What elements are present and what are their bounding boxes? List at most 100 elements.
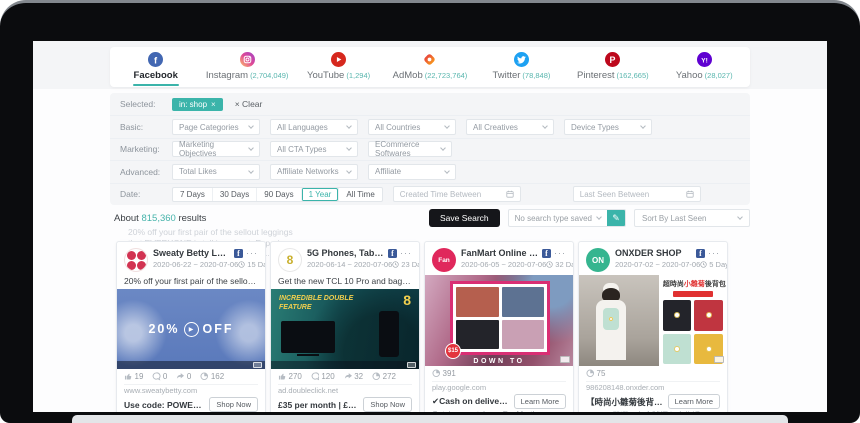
app-screen: f Facebook Instagram(2,704,049) YouTube(…	[33, 41, 827, 412]
sort-dropdown[interactable]: Sort By Last Seen	[634, 209, 750, 227]
sweaty-betty-logo	[127, 251, 146, 270]
screenshot-stage: f Facebook Instagram(2,704,049) YouTube(…	[0, 0, 860, 423]
youtube-icon	[331, 52, 346, 67]
dropdown-device-types[interactable]: Device Types	[564, 119, 652, 135]
card-menu-button[interactable]: ···	[400, 250, 412, 256]
tab-facebook[interactable]: f Facebook	[110, 47, 201, 87]
ad-creative[interactable]: 超時尚小雛菊後背包	[579, 275, 727, 366]
last-seen-between-input[interactable]: Last Seen Between	[573, 186, 701, 202]
ad-card-grid: Sweaty Betty London | Wom... f ··· 2020-…	[116, 241, 728, 412]
dropdown-countries[interactable]: All Countries	[368, 119, 456, 135]
tab-admob[interactable]: AdMob(22,723,764)	[384, 47, 475, 87]
tab-youtube[interactable]: YouTube(1,294)	[293, 47, 384, 87]
chevron-down-icon	[737, 214, 743, 220]
dropdown-page-categories[interactable]: Page Categories	[172, 119, 260, 135]
date-range: 2020-06-22 ~ 2020-07-06	[153, 260, 238, 269]
tab-label: Pinterest	[577, 70, 615, 81]
yahoo-icon: Y!	[697, 52, 712, 67]
tab-pinterest[interactable]: P Pinterest(162,665)	[567, 47, 658, 87]
dropdown-affiliate-networks[interactable]: Affiliate Networks	[270, 164, 358, 180]
dropdown-creatives[interactable]: All Creatives	[466, 119, 554, 135]
tab-count: (2,704,049)	[250, 71, 288, 80]
ad-card-5g-phones[interactable]: 8 5G Phones, Tablets & SIMs | ... f ··· …	[270, 241, 420, 412]
close-icon: ×	[235, 99, 240, 109]
avatar[interactable]: 8	[278, 248, 302, 272]
results-count-number: 815,360	[141, 213, 175, 224]
ad-creative-video[interactable]: $15 DOWN TO	[425, 275, 573, 366]
dropdown-cta-types[interactable]: All CTA Types	[270, 141, 358, 157]
chevron-down-icon	[346, 123, 352, 129]
brand-logo: 8	[403, 292, 411, 308]
advanced-filter-row: Advanced: Total Likes Affiliate Networks…	[110, 160, 750, 182]
comment-icon	[311, 372, 320, 381]
like-icon	[124, 372, 133, 381]
segment-30-days[interactable]: 30 Days	[212, 188, 256, 201]
ad-card-fanmart[interactable]: Fan FanMart Online Shopping - F... f ···…	[424, 241, 574, 412]
tab-instagram[interactable]: Instagram(2,704,049)	[201, 47, 292, 87]
popularity-icon	[200, 372, 209, 381]
segment-1-year[interactable]: 1 Year	[301, 188, 339, 201]
avatar[interactable]: Fan	[432, 248, 456, 272]
cta-button[interactable]: Learn More	[514, 394, 566, 409]
play-icon[interactable]: ▶	[184, 322, 199, 337]
save-search-button[interactable]: Save Search	[429, 209, 500, 227]
ad-creative-video[interactable]: 20% ▶ OFF	[117, 289, 265, 369]
cta-button[interactable]: Shop Now	[363, 397, 412, 412]
segment-7-days[interactable]: 7 Days	[173, 188, 212, 201]
results-count-text: About 815,360 results	[110, 213, 206, 224]
page-name[interactable]: ONXDER SHOP	[615, 248, 693, 258]
creative-title: INCREDIBLE DOUBLE FEATURE	[279, 295, 357, 312]
cta-button[interactable]: Learn More	[668, 394, 720, 409]
cta-button[interactable]: Shop Now	[209, 397, 258, 412]
card-menu-button[interactable]: ···	[708, 250, 720, 256]
instagram-icon	[240, 52, 255, 67]
landing-domain[interactable]: 986208148.onxder.com	[579, 382, 727, 392]
marketing-filter-row: Marketing: Marketing Objectives All CTA …	[110, 138, 750, 160]
facebook-badge-icon: f	[388, 249, 397, 258]
facebook-badge-icon: f	[696, 249, 705, 258]
ad-card-sweaty-betty[interactable]: Sweaty Betty London | Wom... f ··· 2020-…	[116, 241, 266, 412]
landing-domain[interactable]: ad.doubleclick.net	[271, 385, 419, 395]
dropdown-marketing-objectives[interactable]: Marketing Objectives	[172, 141, 260, 157]
page-name[interactable]: Sweaty Betty London | Wom...	[153, 248, 231, 258]
dropdown-total-likes[interactable]: Total Likes	[172, 164, 260, 180]
clear-filters-button[interactable]: × Clear	[235, 99, 263, 109]
segment-90-days[interactable]: 90 Days	[256, 188, 300, 201]
basic-filter-row: Basic: Page Categories All Languages All…	[110, 115, 750, 137]
days-running: 32 Days	[555, 260, 574, 269]
tab-twitter[interactable]: Twitter(78,848)	[476, 47, 567, 87]
saved-search-dropdown[interactable]: No search type saved	[509, 210, 607, 226]
edit-saved-search-button[interactable]: ✎	[607, 210, 625, 226]
dropdown-ecommerce-softwares[interactable]: ECommerce Softwares	[368, 141, 452, 157]
chip-close-icon[interactable]: ×	[211, 100, 216, 109]
segment-all-time[interactable]: All Time	[338, 188, 381, 201]
chevron-down-icon	[346, 168, 352, 174]
landing-domain[interactable]: play.google.com	[425, 382, 573, 392]
chevron-down-icon	[596, 214, 602, 220]
shoes-collage	[450, 281, 550, 355]
ad-creative-video[interactable]: INCREDIBLE DOUBLE FEATURE 8	[271, 289, 419, 369]
landing-domain[interactable]: www.sweatybetty.com	[117, 385, 265, 395]
avatar[interactable]	[124, 248, 148, 272]
red-tag	[673, 291, 713, 297]
dropdown-affiliate[interactable]: Affiliate	[368, 164, 456, 180]
card-menu-button[interactable]: ···	[554, 250, 566, 256]
ad-headline: £35 per month | £30 upfront | ...	[278, 400, 359, 410]
tab-count: (22,723,764)	[425, 71, 468, 80]
ad-card-onxder[interactable]: ON ONXDER SHOP f ··· 2020-07-02 ~ 2020-0…	[578, 241, 728, 412]
page-name[interactable]: FanMart Online Shopping - F...	[461, 248, 539, 258]
video-icon	[407, 362, 416, 368]
tab-yahoo[interactable]: Y! Yahoo(28,027)	[659, 47, 750, 87]
clock-icon	[392, 261, 399, 268]
chevron-down-icon	[542, 123, 548, 129]
page-name[interactable]: 5G Phones, Tablets & SIMs | ...	[307, 248, 385, 258]
dropdown-languages[interactable]: All Languages	[270, 119, 358, 135]
avatar[interactable]: ON	[586, 248, 610, 272]
comment-icon	[152, 372, 161, 381]
ad-text: 20% off your first pair of the sellout l…	[117, 275, 265, 289]
created-time-between-input[interactable]: Created Time Between	[393, 186, 521, 202]
date-range-segments: 7 Days 30 Days 90 Days 1 Year All Time	[172, 187, 383, 202]
card-menu-button[interactable]: ···	[246, 250, 258, 256]
engagement-stats: 75	[579, 366, 727, 378]
selected-chip-in-shop[interactable]: in: shop×	[172, 98, 223, 111]
